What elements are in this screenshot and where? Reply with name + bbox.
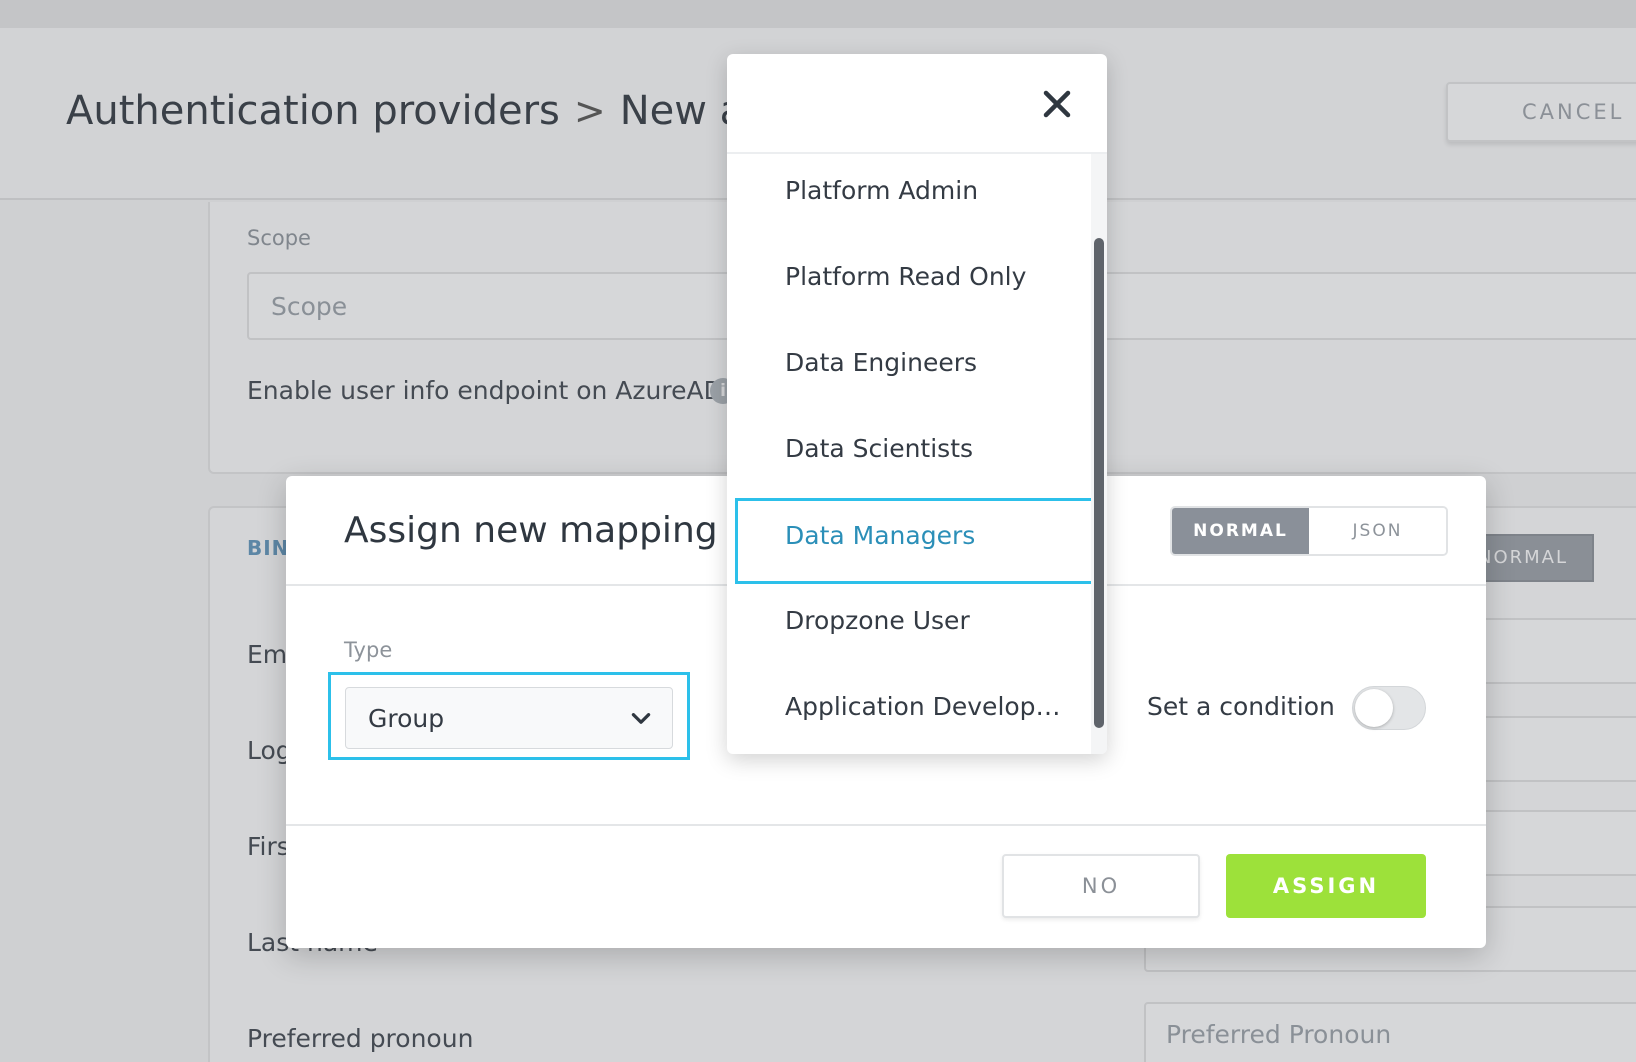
dropdown-item-label: Application Develop… (785, 692, 1061, 721)
assign-button[interactable]: ASSIGN (1226, 854, 1426, 918)
close-icon[interactable] (1037, 84, 1077, 124)
type-select[interactable]: Group (345, 687, 673, 749)
modal-divider (286, 824, 1486, 826)
scrollbar-thumb[interactable] (1094, 238, 1104, 728)
binding-label-login: Log (247, 736, 292, 765)
dropdown-item-label: Dropzone User (785, 606, 970, 635)
dropdown-scrollbar[interactable] (1091, 154, 1107, 754)
dropdown-item-label: Data Scientists (785, 434, 974, 463)
binding-label-firstname: Firs (247, 832, 290, 861)
cancel-button[interactable]: CANCEL (1446, 82, 1636, 142)
binding-label-pronoun: Preferred pronoun (247, 1024, 474, 1053)
bg-normal-toggle[interactable]: NORMAL (1468, 534, 1594, 582)
dropdown-item-label: Platform Read Only (785, 262, 1027, 291)
dropdown-item-platform-read-only[interactable]: Platform Read Only (727, 240, 1091, 326)
mode-toggle: NORMAL JSON (1170, 506, 1448, 556)
switch-knob (1355, 689, 1393, 727)
condition-label: Set a condition (1147, 692, 1335, 721)
binding-placeholder: Preferred Pronoun (1166, 1020, 1392, 1049)
dropdown-item-label: Data Engineers (785, 348, 978, 377)
scope-placeholder: Scope (271, 292, 348, 321)
breadcrumb-separator-icon: > (573, 89, 606, 133)
group-dropdown: Platform Admin Platform Read Only Data E… (727, 54, 1107, 754)
dropdown-item-dropzone-user[interactable]: Dropzone User (727, 584, 1091, 670)
modal-title: Assign new mapping (344, 510, 718, 551)
mode-normal-button[interactable]: NORMAL (1172, 508, 1309, 554)
dropdown-item-data-managers[interactable]: Data Managers (735, 498, 1099, 584)
mode-json-button[interactable]: JSON (1309, 508, 1446, 554)
dropdown-item-platform-admin[interactable]: Platform Admin (727, 154, 1091, 240)
scope-label: Scope (247, 226, 311, 250)
dropdown-item-data-engineers[interactable]: Data Engineers (727, 326, 1091, 412)
dropdown-item-label: Data Managers (785, 521, 976, 550)
breadcrumb: Authentication providers > New auth (66, 88, 811, 134)
chevron-down-icon (631, 713, 651, 724)
no-button[interactable]: NO (1002, 854, 1200, 918)
breadcrumb-parent[interactable]: Authentication providers (66, 88, 560, 134)
dropdown-list: Platform Admin Platform Read Only Data E… (727, 154, 1099, 754)
enable-userinfo-label: Enable user info endpoint on AzureAD (247, 376, 723, 405)
dropdown-item-application-developer[interactable]: Application Develop… (727, 670, 1091, 754)
dropdown-item-data-scientists[interactable]: Data Scientists (727, 412, 1091, 498)
condition-switch[interactable] (1352, 686, 1426, 730)
type-select-value: Group (368, 704, 445, 733)
type-label: Type (344, 638, 393, 662)
binding-label-email: Em (247, 640, 288, 669)
binding-input-pronoun[interactable]: Preferred Pronoun (1144, 1002, 1636, 1062)
dropdown-item-label: Platform Admin (785, 176, 979, 205)
top-strip (0, 0, 1636, 28)
type-select-focus-ring: Group (328, 672, 690, 760)
bindings-heading: BIN (247, 536, 290, 560)
